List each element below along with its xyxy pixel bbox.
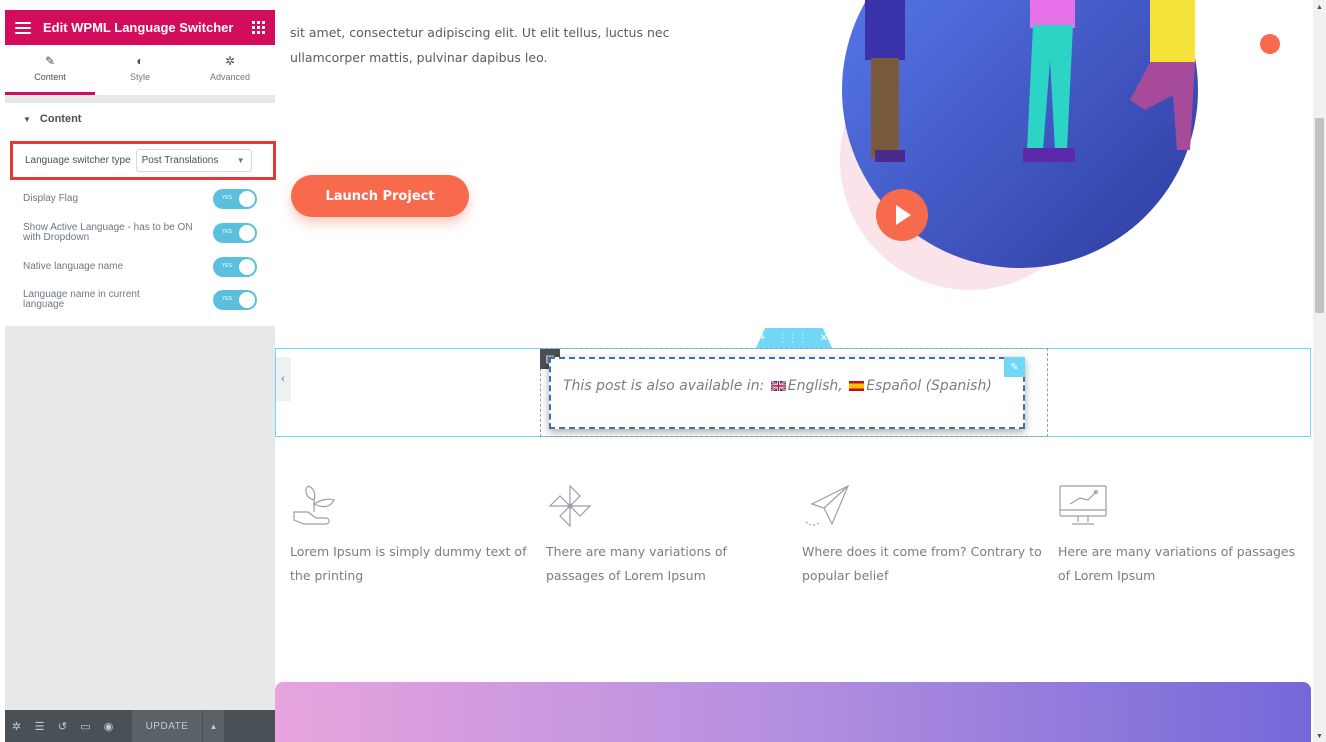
language-switcher-widget[interactable]: This post is also available in: English,… [549, 357, 1025, 429]
native-language-name-toggle[interactable]: YES [213, 257, 257, 277]
toggle-label: Language name in current language [23, 289, 140, 310]
toggle-knob [239, 191, 255, 207]
toggle-state: YES [222, 296, 233, 302]
chevron-down-icon: ▼ [236, 156, 245, 165]
feature-item: There are many variations of passages of… [546, 482, 786, 588]
preview-eye-icon[interactable]: ◉ [97, 710, 120, 742]
scrollbar-thumb[interactable] [1315, 118, 1324, 313]
elementor-editor: { "sidebar": { "title": "Edit WPML Langu… [0, 0, 1326, 742]
section-title: Content [39, 113, 82, 125]
preview-canvas: sit amet, consectetur adipiscing elit. U… [275, 0, 1313, 742]
plant-hand-icon [293, 485, 335, 525]
person-2-body [1030, 0, 1075, 28]
widgets-grid-icon[interactable] [252, 21, 265, 34]
lang-prefix: This post is also available in: [563, 378, 765, 394]
hero-paragraph: sit amet, consectetur adipiscing elit. U… [290, 25, 670, 65]
feature-text: Lorem Ipsum is simply dummy text of the … [290, 544, 527, 583]
person-1-body [865, 0, 905, 60]
tab-content-label: Content [34, 72, 66, 82]
control-language-name-current: Language name in current language YES [5, 282, 275, 318]
tab-style[interactable]: ◐ Style [95, 45, 185, 95]
lang-link-english[interactable]: English, [788, 378, 843, 394]
paper-plane-icon [805, 484, 850, 526]
settings-icon[interactable]: ✲ [5, 710, 28, 742]
drag-section-icon[interactable]: ⋮⋮⋮ [778, 333, 808, 344]
feature-text: Here are many variations of passages of … [1058, 544, 1296, 583]
add-section-icon[interactable]: + [760, 333, 766, 344]
feature-item: Lorem Ipsum is simply dummy text of the … [290, 482, 530, 588]
panel-tabs: ✎ Content ◐ Style ✲ Advanced [5, 45, 275, 95]
person-2-shoes [1023, 148, 1075, 162]
control-show-active-language: Show Active Language - has to be ON with… [5, 214, 275, 252]
panel-title: Edit WPML Language Switcher [43, 20, 234, 35]
toggle-label: Show Active Language - has to be ON with… [23, 222, 193, 243]
toggle-state: YES [222, 263, 233, 269]
scroll-up-arrow-icon[interactable]: ▲ [1316, 4, 1323, 11]
switcher-type-label: Language switcher type [25, 155, 131, 166]
orange-dot [1260, 34, 1280, 54]
control-display-flag: Display Flag YES [5, 184, 275, 214]
tab-content[interactable]: ✎ Content [5, 45, 95, 95]
toggle-label: Native language name [23, 261, 124, 272]
feature-text: Where does it come from? Contrary to pop… [802, 544, 1042, 583]
uk-flag-icon [770, 381, 786, 391]
lang-link-spanish[interactable]: Español (Spanish) [866, 378, 992, 394]
person-1-shoes [875, 150, 905, 162]
feature-text: There are many variations of passages of… [546, 544, 727, 583]
section-toggle-content[interactable]: ▼ Content [5, 103, 275, 135]
person-3-body [1150, 0, 1195, 65]
tab-advanced-label: Advanced [209, 72, 251, 82]
pinwheel-icon [548, 484, 592, 528]
lang-switcher-text: This post is also available in: English,… [563, 378, 992, 394]
delete-section-icon[interactable]: ✕ [820, 333, 828, 344]
language-name-current-toggle[interactable]: YES [213, 290, 257, 310]
feature-item: Where does it come from? Contrary to pop… [802, 482, 1042, 588]
switcher-type-value: Post Translations [141, 155, 219, 166]
switcher-type-select[interactable]: Post Translations ▼ [135, 149, 252, 172]
navigator-layers-icon[interactable]: ☰ [28, 710, 51, 742]
monitor-chart-icon [1059, 485, 1107, 525]
editor-panel: Edit WPML Language Switcher ✎ Content ◐ … [5, 10, 276, 742]
control-native-language-name: Native language name YES [5, 252, 275, 282]
gradient-section [275, 682, 1311, 742]
toggle-knob [239, 225, 255, 241]
panel-footer: ✲ ☰ ↺ ▭ ◉ UPDATE ▲ [5, 710, 275, 742]
launch-project-button[interactable]: Launch Project [291, 175, 469, 217]
content-section: ▼ Content Language switcher type Post Tr… [5, 103, 276, 326]
hero-illustration [840, 0, 1280, 290]
toggle-label: Display Flag [23, 193, 79, 204]
gear-icon: ✲ [224, 54, 236, 68]
language-switcher-type-control: Language switcher type Post Translations… [10, 141, 276, 180]
pencil-icon: ✎ [44, 54, 56, 68]
person-1-legs [871, 58, 899, 158]
update-button[interactable]: UPDATE [132, 710, 202, 742]
scroll-down-arrow-icon[interactable]: ▼ [1316, 733, 1323, 740]
section-handle: + ⋮⋮⋮ ✕ [756, 328, 832, 348]
toggle-state: YES [222, 195, 233, 201]
tab-advanced[interactable]: ✲ Advanced [185, 45, 275, 95]
toggle-state: YES [222, 229, 233, 235]
toggle-knob [239, 259, 255, 275]
save-options-caret-up-icon[interactable]: ▲ [202, 710, 224, 742]
toggle-knob [239, 292, 255, 308]
panel-header: Edit WPML Language Switcher [5, 10, 275, 45]
half-circle-icon: ◐ [136, 54, 144, 68]
spain-flag-icon [849, 381, 865, 391]
history-icon[interactable]: ↺ [51, 710, 74, 742]
edit-widget-pencil-icon[interactable]: ✎ [1004, 357, 1025, 377]
responsive-mode-icon[interactable]: ▭ [74, 710, 97, 742]
hamburger-menu-icon[interactable] [15, 21, 31, 34]
show-active-language-toggle[interactable]: YES [213, 223, 257, 243]
tab-style-label: Style [129, 72, 150, 82]
caret-down-icon: ▼ [23, 114, 31, 124]
feature-item: Here are many variations of passages of … [1058, 482, 1298, 588]
display-flag-toggle[interactable]: YES [213, 189, 257, 209]
page-scrollbar[interactable]: ▲ ▼ [1313, 0, 1326, 742]
